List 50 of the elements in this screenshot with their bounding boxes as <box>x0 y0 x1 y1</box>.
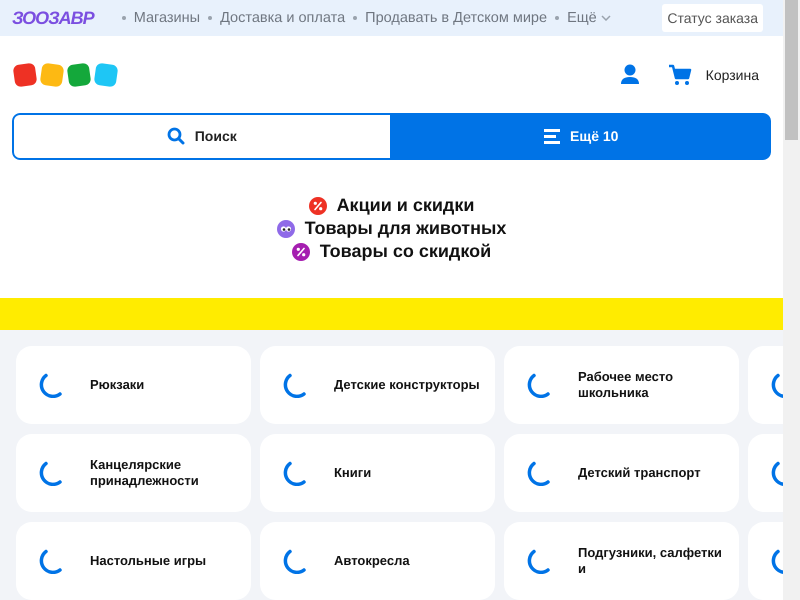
category-card[interactable]: Канцелярские принадлежности <box>16 434 251 512</box>
category-label: Рабочее место школьника <box>578 369 674 401</box>
chevron-down-icon <box>600 15 611 22</box>
loading-spinner-icon <box>282 548 308 574</box>
order-status-button[interactable]: Статус заказа <box>662 4 763 32</box>
loading-spinner-icon <box>526 460 552 486</box>
bullet-icon <box>208 16 212 20</box>
loading-spinner-icon <box>526 548 552 574</box>
nav-link[interactable]: Продавать в Детском мире <box>365 10 548 26</box>
category-label: Детские конструкторы <box>334 377 481 393</box>
more-categories-button[interactable]: Ещё 10 <box>392 112 771 160</box>
category-card[interactable]: Книги <box>260 434 495 512</box>
category-card[interactable]: Детский транспорт <box>504 434 739 512</box>
category-label: Книги <box>334 465 372 481</box>
category-card[interactable]: Рабочее место школьника <box>504 346 739 424</box>
nav-link[interactable]: Доставка и оплата <box>220 10 346 26</box>
category-card[interactable]: Автокресла <box>260 522 495 600</box>
scrollbar-thumb[interactable] <box>785 0 798 140</box>
category-label: Подгузники, салфетки и <box>578 545 723 577</box>
loading-spinner-icon <box>38 460 64 486</box>
bullet-icon <box>555 16 560 20</box>
loading-spinner-icon <box>282 372 308 398</box>
user-icon[interactable] <box>620 64 640 86</box>
menu-icon <box>544 128 560 144</box>
cart-icon[interactable] <box>668 64 692 86</box>
bullet-icon <box>353 16 358 20</box>
category-card[interactable]: Подгузники, салфетки и <box>504 522 739 600</box>
loading-spinner-icon <box>526 372 552 398</box>
loading-spinner-icon <box>282 460 308 486</box>
promo-link[interactable]: Товары со скидкой <box>292 241 492 262</box>
scrollbar[interactable] <box>783 0 800 600</box>
promo-link[interactable]: Акции и скидки <box>308 195 474 216</box>
category-label: Детский транспорт <box>578 465 702 481</box>
nav-link[interactable]: Ещё <box>567 10 611 26</box>
nav-link[interactable]: Магазины <box>134 10 200 26</box>
search-button[interactable]: Поиск <box>12 112 392 160</box>
promo-link[interactable]: Товары для животных <box>276 218 506 240</box>
loading-spinner-icon <box>38 548 64 574</box>
category-label: Рюкзаки <box>90 377 146 393</box>
bullet-icon <box>122 16 126 20</box>
loading-spinner-icon <box>38 372 64 398</box>
category-label: Настольные игры <box>90 553 208 569</box>
search-icon <box>166 127 185 146</box>
cart-label[interactable]: Корзина <box>706 66 759 82</box>
category-label: Автокресла <box>334 553 411 569</box>
category-card[interactable]: Детские конструкторы <box>260 346 495 424</box>
category-label: Канцелярские принадлежности <box>90 457 200 489</box>
category-card[interactable]: Рюкзаки <box>16 346 251 424</box>
category-card[interactable]: Настольные игры <box>16 522 251 600</box>
logo[interactable]: ЗООЗАВР <box>12 8 94 29</box>
